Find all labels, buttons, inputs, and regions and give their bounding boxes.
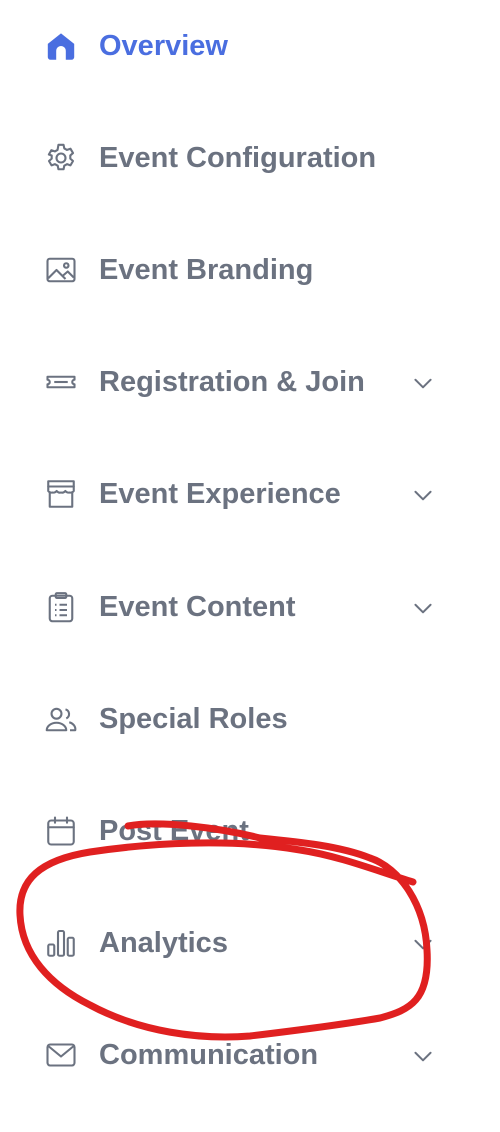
bar-chart-icon xyxy=(43,925,79,961)
calendar-icon xyxy=(43,813,79,849)
chevron-down-icon[interactable] xyxy=(410,931,436,957)
sidebar-item-label: Event Experience xyxy=(99,478,341,510)
sidebar-item-label: Event Content xyxy=(99,591,296,623)
chevron-down-icon[interactable] xyxy=(410,1043,436,1069)
sidebar-item-event-content[interactable]: Event Content xyxy=(0,565,500,645)
sidebar-item-label: Post Event xyxy=(99,815,249,847)
chevron-down-icon[interactable] xyxy=(410,482,436,508)
sidebar-item-label: Analytics xyxy=(99,927,228,959)
sidebar-item-label: Event Configuration xyxy=(99,142,377,174)
sidebar-item-registration-join[interactable]: Registration & Join xyxy=(0,340,500,420)
sidebar-item-label: Communication xyxy=(99,1039,319,1071)
sidebar-item-label: Overview xyxy=(99,30,228,62)
image-icon xyxy=(43,252,79,288)
clipboard-icon xyxy=(43,589,79,625)
sidebar-item-overview[interactable]: Overview xyxy=(0,4,500,84)
sidebar-item-special-roles[interactable]: Special Roles xyxy=(0,677,500,757)
ticket-icon xyxy=(43,364,79,400)
chevron-down-icon[interactable] xyxy=(410,370,436,396)
home-icon xyxy=(43,28,79,64)
sidebar-item-label: Registration & Join xyxy=(99,366,365,398)
sidebar-item-analytics[interactable]: Analytics xyxy=(0,901,500,981)
sidebar-item-label: Special Roles xyxy=(99,703,288,735)
sidebar-item-event-branding[interactable]: Event Branding xyxy=(0,228,500,308)
sidebar-item-post-event[interactable]: Post Event xyxy=(0,789,500,869)
sidebar-item-communication[interactable]: Communication xyxy=(0,1013,500,1093)
sidebar-item-label: Event Branding xyxy=(99,254,314,286)
sidebar-item-event-experience[interactable]: Event Experience xyxy=(0,452,500,532)
storefront-icon xyxy=(43,476,79,512)
sidebar-nav: Overview Event Configuration Event Brand… xyxy=(0,0,500,1132)
chevron-down-icon[interactable] xyxy=(410,595,436,621)
sidebar-item-event-configuration[interactable]: Event Configuration xyxy=(0,116,500,196)
mail-icon xyxy=(43,1037,79,1073)
users-icon xyxy=(43,701,79,737)
gear-icon xyxy=(43,140,79,176)
